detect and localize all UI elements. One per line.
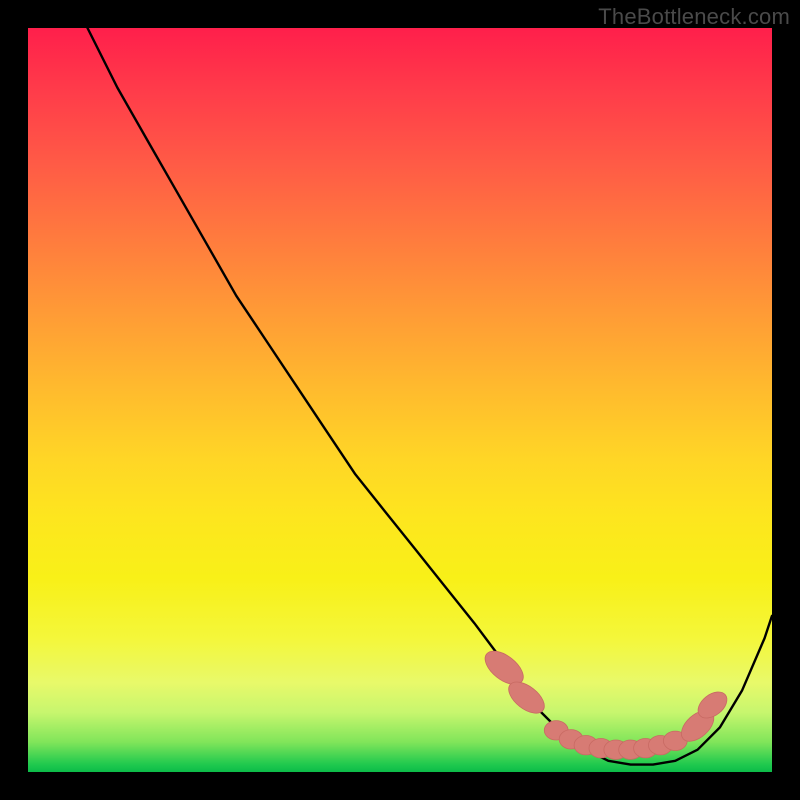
chart-frame: TheBottleneck.com bbox=[0, 0, 800, 800]
plot-area bbox=[28, 28, 772, 772]
watermark-label: TheBottleneck.com bbox=[598, 4, 790, 30]
curve-svg bbox=[28, 28, 772, 772]
curve-markers bbox=[479, 645, 732, 760]
bottleneck-curve bbox=[28, 0, 772, 765]
